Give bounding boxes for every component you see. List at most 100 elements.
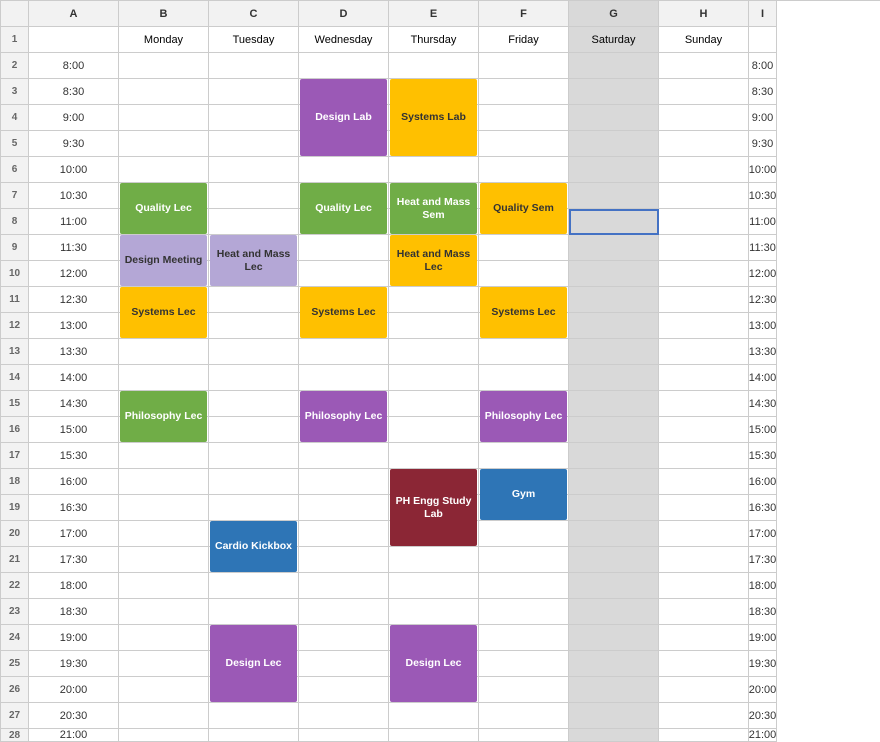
cell-h14[interactable]: [659, 365, 749, 391]
event-quality-lec-mon[interactable]: Quality Lec: [120, 183, 207, 234]
cell-h22[interactable]: [659, 573, 749, 599]
cell-c5[interactable]: [209, 131, 299, 157]
cell-a1[interactable]: [29, 27, 119, 53]
cell-f24[interactable]: [479, 625, 569, 651]
cell-e7-heat-mass-sem[interactable]: Heat and Mass Sem: [389, 183, 479, 209]
cell-b20[interactable]: [119, 521, 209, 547]
cell-h3[interactable]: [659, 79, 749, 105]
cell-d13[interactable]: [299, 339, 389, 365]
cell-d7-quality-lec-wed[interactable]: Quality Lec: [299, 183, 389, 209]
cell-h20[interactable]: [659, 521, 749, 547]
cell-d25[interactable]: [299, 651, 389, 677]
event-heat-mass-lec-tue[interactable]: Heat and Mass Lec: [210, 235, 297, 286]
cell-c27[interactable]: [209, 703, 299, 729]
cell-e21[interactable]: [389, 547, 479, 573]
cell-f17[interactable]: [479, 443, 569, 469]
cell-g21[interactable]: [569, 547, 659, 573]
cell-h10[interactable]: [659, 261, 749, 287]
cell-g27[interactable]: [569, 703, 659, 729]
event-design-meeting-mon[interactable]: Design Meeting: [120, 235, 207, 286]
cell-e27[interactable]: [389, 703, 479, 729]
cell-f23[interactable]: [479, 599, 569, 625]
cell-b15-philosophy-lec-mon[interactable]: Philosophy Lec: [119, 391, 209, 417]
event-philosophy-lec-fri[interactable]: Philosophy Lec: [480, 391, 567, 442]
cell-e16[interactable]: [389, 417, 479, 443]
cell-b13[interactable]: [119, 339, 209, 365]
cell-b14[interactable]: [119, 365, 209, 391]
cell-c24-design-lec-tue[interactable]: Design Lec: [209, 625, 299, 651]
cell-h11[interactable]: [659, 287, 749, 313]
cell-f6[interactable]: [479, 157, 569, 183]
cell-g19[interactable]: [569, 495, 659, 521]
cell-b1-monday[interactable]: Monday: [119, 27, 209, 53]
cell-g8-selected[interactable]: [569, 209, 659, 235]
event-gym-fri[interactable]: Gym: [480, 469, 567, 520]
cell-h15[interactable]: [659, 391, 749, 417]
cell-h24[interactable]: [659, 625, 749, 651]
col-header-i[interactable]: I: [749, 1, 777, 27]
cell-h21[interactable]: [659, 547, 749, 573]
cell-g15[interactable]: [569, 391, 659, 417]
cell-d23[interactable]: [299, 599, 389, 625]
cell-h17[interactable]: [659, 443, 749, 469]
cell-c9-heat-mass-lec-tue[interactable]: Heat and Mass Lec: [209, 235, 299, 261]
cell-h12[interactable]: [659, 313, 749, 339]
cell-e14[interactable]: [389, 365, 479, 391]
cell-h6[interactable]: [659, 157, 749, 183]
cell-f9[interactable]: [479, 235, 569, 261]
cell-f15-philosophy-lec-fri[interactable]: Philosophy Lec: [479, 391, 569, 417]
cell-e24-design-lec-thu[interactable]: Design Lec: [389, 625, 479, 651]
cell-f2[interactable]: [479, 53, 569, 79]
cell-e6[interactable]: [389, 157, 479, 183]
cell-b19[interactable]: [119, 495, 209, 521]
cell-g4[interactable]: [569, 105, 659, 131]
cell-d21[interactable]: [299, 547, 389, 573]
event-design-lab-wed[interactable]: Design Lab: [300, 79, 387, 156]
cell-g20[interactable]: [569, 521, 659, 547]
cell-e17[interactable]: [389, 443, 479, 469]
cell-c14[interactable]: [209, 365, 299, 391]
event-cardio-kickbox-tue[interactable]: Cardio Kickbox: [210, 521, 297, 572]
cell-g23[interactable]: [569, 599, 659, 625]
cell-f20[interactable]: [479, 521, 569, 547]
cell-f3[interactable]: [479, 79, 569, 105]
event-quality-lec-wed[interactable]: Quality Lec: [300, 183, 387, 234]
cell-d22[interactable]: [299, 573, 389, 599]
cell-d14[interactable]: [299, 365, 389, 391]
cell-e11[interactable]: [389, 287, 479, 313]
cell-b28[interactable]: [119, 729, 209, 742]
cell-c22[interactable]: [209, 573, 299, 599]
cell-c7[interactable]: [209, 183, 299, 209]
cell-h28[interactable]: [659, 729, 749, 742]
cell-h26[interactable]: [659, 677, 749, 703]
cell-b23[interactable]: [119, 599, 209, 625]
event-design-lec-tue[interactable]: Design Lec: [210, 625, 297, 702]
cell-b27[interactable]: [119, 703, 209, 729]
cell-g28[interactable]: [569, 729, 659, 742]
cell-g11[interactable]: [569, 287, 659, 313]
cell-h1-sunday[interactable]: Sunday: [659, 27, 749, 53]
cell-d15-philosophy-lec-wed[interactable]: Philosophy Lec: [299, 391, 389, 417]
cell-d28[interactable]: [299, 729, 389, 742]
col-header-c[interactable]: C: [209, 1, 299, 27]
cell-b21[interactable]: [119, 547, 209, 573]
cell-c18[interactable]: [209, 469, 299, 495]
event-quality-sem-fri[interactable]: Quality Sem: [480, 183, 567, 234]
cell-g12[interactable]: [569, 313, 659, 339]
cell-f1-friday[interactable]: Friday: [479, 27, 569, 53]
cell-h4[interactable]: [659, 105, 749, 131]
cell-c2[interactable]: [209, 53, 299, 79]
cell-f26[interactable]: [479, 677, 569, 703]
cell-f25[interactable]: [479, 651, 569, 677]
cell-e23[interactable]: [389, 599, 479, 625]
event-systems-lec-fri[interactable]: Systems Lec: [480, 287, 567, 338]
col-header-h[interactable]: H: [659, 1, 749, 27]
cell-h18[interactable]: [659, 469, 749, 495]
cell-g6[interactable]: [569, 157, 659, 183]
cell-c11[interactable]: [209, 287, 299, 313]
cell-b5[interactable]: [119, 131, 209, 157]
cell-c20-cardio-kickbox[interactable]: Cardio Kickbox: [209, 521, 299, 547]
event-ph-engg-study-lab[interactable]: PH Engg Study Lab: [390, 469, 477, 546]
cell-d9[interactable]: [299, 235, 389, 261]
cell-h5[interactable]: [659, 131, 749, 157]
